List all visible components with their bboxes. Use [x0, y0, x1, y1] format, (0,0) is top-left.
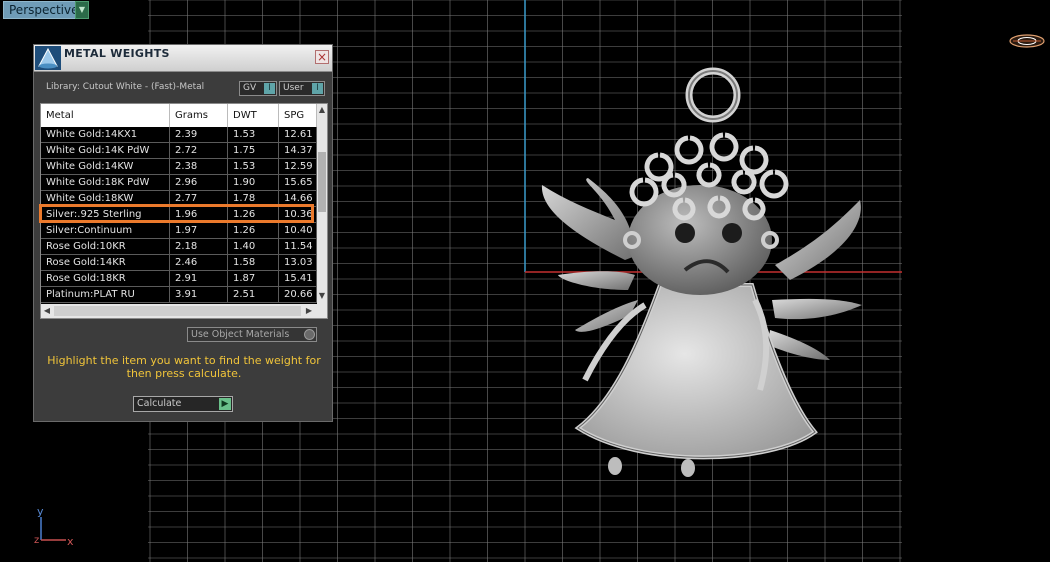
table-cell-spg: 10.40 [279, 223, 317, 239]
table-cell-dwt: 1.78 [228, 191, 279, 207]
table-cell-metal: Silver:Continuum [41, 223, 170, 239]
column-header-spg[interactable]: SPG [279, 104, 317, 127]
scrollbar-thumb[interactable] [318, 152, 326, 212]
table-row[interactable]: White Gold:14KX1 2.39 1.53 12.61 [41, 127, 317, 143]
table-cell-dwt: 1.90 [228, 175, 279, 191]
scroll-right-icon[interactable]: ▶ [303, 304, 315, 318]
user-toggle-knob[interactable]: I [312, 83, 323, 94]
table-cell-dwt: 1.53 [228, 127, 279, 143]
table-cell-dwt: 1.26 [228, 223, 279, 239]
table-cell-spg: 15.65 [279, 175, 317, 191]
column-header-dwt[interactable]: DWT [228, 104, 279, 127]
table-cell-dwt: 1.75 [228, 143, 279, 159]
table-cell-spg: 12.59 [279, 159, 317, 175]
table-cell-spg: 13.03 [279, 255, 317, 271]
table-row[interactable]: Rose Gold:18KR 2.91 1.87 15.41 [41, 271, 317, 287]
table-cell-spg: 20.66 [279, 287, 317, 303]
table-cell-grams: 2.39 [170, 127, 228, 143]
scroll-up-icon[interactable]: ▲ [317, 104, 327, 116]
table-row[interactable]: Silver:Continuum 1.97 1.26 10.40 [41, 223, 317, 239]
use-object-materials-toggle[interactable]: Use Object Materials [187, 327, 317, 342]
panel-title: METAL WEIGHTS [64, 47, 170, 60]
table-cell-metal: Silver:.925 Sterling [41, 207, 170, 223]
user-toggle[interactable]: User I [279, 81, 325, 96]
table-row[interactable]: Rose Gold:10KR 2.18 1.40 11.54 [41, 239, 317, 255]
table-horizontal-scrollbar[interactable]: ◀ ▶ [41, 304, 327, 318]
metal-weights-table[interactable]: Metal Grams DWT SPG White Gold:14KX1 2.39… [40, 103, 328, 319]
metal-weights-panel[interactable]: METAL WEIGHTS × Library: Cutout White - … [33, 44, 333, 422]
gv-toggle-knob[interactable]: I [264, 83, 275, 94]
hscrollbar-thumb[interactable] [54, 306, 301, 316]
library-label: Library: Cutout White - (Fast)-Metal [46, 82, 205, 92]
table-cell-spg: 11.54 [279, 239, 317, 255]
table-row[interactable]: Rose Gold:14KR 2.46 1.58 13.03 [41, 255, 317, 271]
table-vertical-scrollbar[interactable]: ▲ ▼ [317, 104, 327, 304]
metal-weights-logo-icon [35, 46, 61, 70]
instructions-text: Highlight the item you want to find the … [47, 354, 321, 380]
table-cell-metal: Platinum:PLAT RU [41, 287, 170, 303]
scroll-left-icon[interactable]: ◀ [41, 304, 53, 318]
viewport-label[interactable]: Perspective [3, 1, 86, 19]
axis-y-label: y [37, 505, 44, 518]
table-cell-metal: White Gold:18KW [41, 191, 170, 207]
table-cell-grams: 2.72 [170, 143, 228, 159]
table-cell-grams: 2.91 [170, 271, 228, 287]
table-cell-metal: Rose Gold:14KR [41, 255, 170, 271]
table-cell-metal: White Gold:14KX1 [41, 127, 170, 143]
table-cell-spg: 15.41 [279, 271, 317, 287]
close-icon[interactable]: × [315, 50, 329, 64]
user-toggle-label: User [283, 83, 304, 93]
table-cell-spg: 12.61 [279, 127, 317, 143]
axis-x-label: x [67, 535, 74, 548]
angel-pendant-model[interactable] [520, 60, 870, 480]
table-cell-metal: White Gold:18K PdW [41, 175, 170, 191]
table-cell-grams: 1.97 [170, 223, 228, 239]
table-cell-dwt: 1.26 [228, 207, 279, 223]
table-cell-dwt: 1.40 [228, 239, 279, 255]
table-row[interactable]: White Gold:14KW 2.38 1.53 12.59 [41, 159, 317, 175]
table-cell-grams: 3.91 [170, 287, 228, 303]
table-cell-metal: White Gold:14K PdW [41, 143, 170, 159]
gv-toggle[interactable]: GV I [239, 81, 277, 96]
table-cell-grams: 2.38 [170, 159, 228, 175]
table-cell-grams: 2.46 [170, 255, 228, 271]
table-cell-metal: White Gold:14KW [41, 159, 170, 175]
axis-z-label: z [34, 535, 40, 546]
table-cell-spg: 10.36 [279, 207, 317, 223]
column-header-metal[interactable]: Metal [41, 104, 170, 127]
table-row[interactable]: White Gold:18K PdW 2.96 1.90 15.65 [41, 175, 317, 191]
viewport-menu-arrow-icon[interactable]: ▼ [75, 1, 89, 19]
column-header-grams[interactable]: Grams [170, 104, 228, 127]
table-cell-dwt: 1.58 [228, 255, 279, 271]
table-cell-dwt: 2.51 [228, 287, 279, 303]
table-cell-grams: 2.18 [170, 239, 228, 255]
calculate-label: Calculate [137, 398, 182, 409]
panel-titlebar[interactable]: METAL WEIGHTS × [34, 45, 332, 72]
table-row[interactable]: White Gold:18KW 2.77 1.78 14.66 [41, 191, 317, 207]
table-cell-grams: 2.77 [170, 191, 228, 207]
table-row[interactable]: Platinum:PLAT RU 3.91 2.51 20.66 [41, 287, 317, 303]
table-row[interactable]: White Gold:14K PdW 2.72 1.75 14.37 [41, 143, 317, 159]
calculate-button[interactable]: Calculate ▶ [133, 396, 233, 412]
table-cell-spg: 14.37 [279, 143, 317, 159]
table-cell-metal: Rose Gold:10KR [41, 239, 170, 255]
table-cell-grams: 1.96 [170, 207, 228, 223]
view-cube-icon[interactable] [1008, 31, 1046, 51]
play-icon[interactable]: ▶ [219, 398, 231, 410]
table-cell-dwt: 1.87 [228, 271, 279, 287]
gv-toggle-label: GV [243, 83, 257, 93]
table-header: Metal Grams DWT SPG [41, 104, 317, 127]
table-cell-dwt: 1.53 [228, 159, 279, 175]
scroll-down-icon[interactable]: ▼ [317, 290, 327, 302]
table-cell-metal: Rose Gold:18KR [41, 271, 170, 287]
table-row[interactable]: Silver:.925 Sterling 1.96 1.26 10.36 [41, 207, 317, 223]
table-cell-grams: 2.96 [170, 175, 228, 191]
table-cell-spg: 14.66 [279, 191, 317, 207]
use-object-materials-label: Use Object Materials [191, 329, 290, 340]
radio-knob-icon[interactable] [304, 329, 315, 340]
